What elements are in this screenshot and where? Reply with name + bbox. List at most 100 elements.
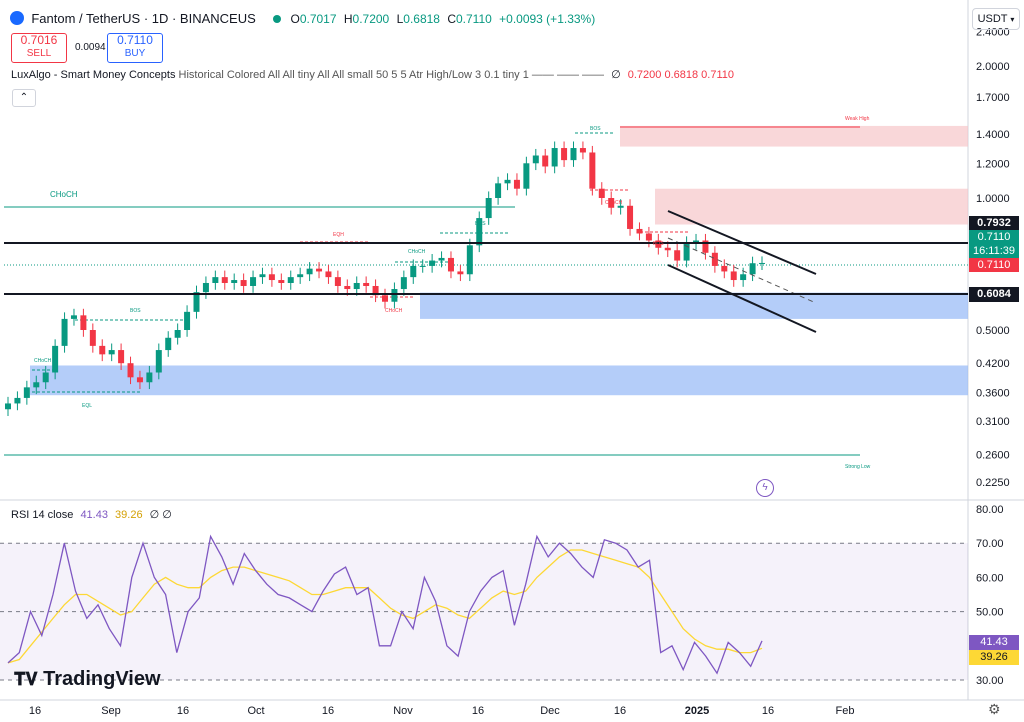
candle-body	[184, 311, 191, 330]
spread-value: 0.0094	[75, 42, 106, 53]
supply-zone	[655, 188, 968, 225]
candle-body	[589, 152, 596, 189]
candle-body	[485, 198, 492, 219]
indicator-legend[interactable]: LuxAlgo - Smart Money Concepts Historica…	[11, 68, 734, 81]
candle-body	[523, 163, 530, 189]
candle-body	[306, 268, 313, 275]
candle-body	[202, 282, 209, 293]
candle-body	[5, 403, 11, 410]
currency-selector[interactable]: USDT ▾	[972, 8, 1020, 30]
candle-body	[118, 350, 125, 364]
candle-body	[23, 387, 30, 398]
demand-zone	[420, 292, 968, 319]
last-price-tag: 0.7110 16:11:39	[969, 230, 1019, 258]
candle[interactable]	[589, 145, 596, 196]
time-tick-label: 2025	[685, 705, 709, 717]
buy-button[interactable]: 0.7110 BUY	[107, 33, 163, 63]
lightning-icon[interactable]: ϟ	[756, 479, 774, 497]
rsi-tick-label: 60.00	[976, 572, 1004, 584]
candle-body	[513, 179, 520, 189]
price-tick-label: 1.0000	[976, 193, 1010, 205]
candle-body	[278, 280, 285, 283]
candle-body	[532, 155, 539, 164]
indicator-values: 0.7200 0.6818 0.7110	[627, 69, 734, 81]
candle-body	[466, 245, 473, 275]
fantom-logo-icon[interactable]	[10, 11, 24, 25]
price-tick-label: 0.3100	[976, 416, 1010, 428]
high-label: H	[343, 12, 353, 26]
candle-body	[438, 257, 445, 261]
gear-icon[interactable]: ⚙	[988, 701, 1001, 718]
candle-body	[457, 271, 464, 275]
price-tick-label: 0.5000	[976, 325, 1010, 337]
candle-body	[127, 363, 134, 378]
time-tick-label: Sep	[101, 705, 121, 717]
candle-body	[221, 277, 228, 283]
candle-body	[730, 271, 737, 281]
bos-label: BOS	[590, 126, 601, 132]
high-value: 0.7200	[352, 12, 390, 26]
level-bottom-tag: 0.6084	[969, 287, 1019, 302]
candle-body	[89, 330, 96, 346]
candle-body	[495, 183, 502, 198]
chart-canvas[interactable]: CHoCH CHoCH BOS BOS BOS EQH CHoCH CHoCH CHoCH BOS…	[0, 0, 1024, 722]
candle-body	[674, 250, 681, 261]
candle-body	[14, 397, 21, 404]
candle-body	[99, 345, 106, 355]
candle-body	[617, 205, 624, 208]
candle-body	[410, 265, 417, 278]
chevron-down-icon: ▾	[1010, 15, 1015, 24]
price-tick-label: 1.7000	[976, 92, 1010, 104]
rsi-empty: ∅ ∅	[149, 509, 172, 521]
change-value: +0.0093 (+1.33%)	[499, 12, 596, 26]
candle-body	[419, 265, 426, 267]
sell-button[interactable]: 0.7016 SELL	[11, 33, 67, 63]
time-tick-label: Oct	[247, 705, 264, 717]
close-label: C	[447, 12, 456, 26]
rsi-ma-value: 39.26	[115, 509, 143, 521]
candle-body	[551, 148, 558, 167]
choch-label: CHoCH	[50, 190, 78, 199]
weak-high-label: Weak High	[845, 116, 870, 122]
time-tick-label: 16	[762, 705, 774, 717]
indicator-empty: ∅	[611, 69, 621, 81]
candle-body	[212, 277, 219, 283]
candle-body	[344, 285, 351, 290]
time-tick-label: Feb	[836, 705, 855, 717]
bos-label: BOS	[475, 221, 486, 227]
candle-body	[80, 315, 87, 330]
time-tick-label: 16	[177, 705, 189, 717]
candle-body	[250, 277, 257, 286]
rsi-legend[interactable]: RSI 14 close 41.43 39.26 ∅ ∅	[11, 508, 172, 521]
time-tick-label: 16	[614, 705, 626, 717]
candle-body	[165, 337, 172, 351]
tv-logo-icon: 𝐓𝐕	[14, 669, 38, 689]
close-value: 0.7110	[455, 12, 492, 26]
market-status-icon[interactable]	[273, 15, 282, 23]
close-price-tag: 0.7110	[969, 258, 1019, 272]
price-tick-label: 0.2250	[976, 477, 1010, 489]
candle-body	[598, 188, 605, 198]
rsi-tick-label: 70.00	[976, 538, 1004, 550]
symbol-title[interactable]: Fantom / TetherUS · 1D · BINANCEUS	[31, 11, 255, 26]
candle-body	[155, 350, 162, 373]
collapse-legend-button[interactable]: ⌃	[12, 89, 36, 107]
sell-price: 0.7016	[20, 33, 58, 47]
candle-body	[174, 330, 181, 338]
candle-body	[429, 260, 436, 266]
rsi-label[interactable]: RSI 14 close	[11, 509, 73, 521]
candle-body	[33, 382, 40, 388]
rsi-value: 41.43	[80, 509, 108, 521]
candle-body	[542, 155, 549, 167]
candle-body	[325, 271, 332, 278]
level-top-tag: 0.7932	[969, 216, 1019, 230]
candle-body	[447, 257, 454, 272]
tradingview-logo[interactable]: 𝐓𝐕 TradingView	[14, 668, 161, 691]
price-tick-label: 0.3600	[976, 388, 1010, 400]
candle-body	[636, 228, 643, 234]
choch-label: CHoCH	[34, 358, 52, 364]
indicator-name[interactable]: LuxAlgo - Smart Money Concepts	[11, 69, 175, 81]
candle-body	[759, 262, 765, 264]
time-tick-label: Nov	[393, 705, 413, 717]
choch-label: CHoCH	[408, 249, 426, 255]
